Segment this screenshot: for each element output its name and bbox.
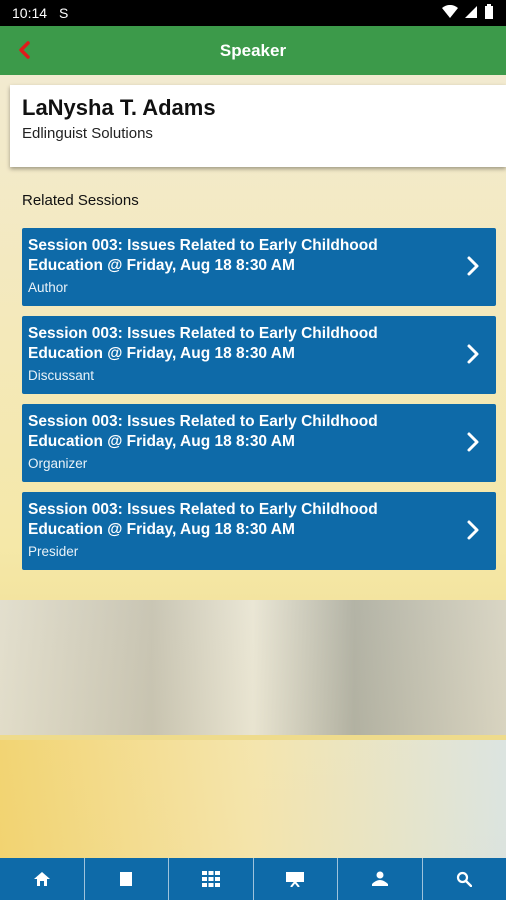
speaker-card: LaNysha T. Adams Edlinguist Solutions: [10, 85, 506, 167]
sim-icon: S: [59, 5, 69, 21]
sessions-list: Session 003: Issues Related to Early Chi…: [22, 228, 496, 580]
nav-grid[interactable]: [169, 858, 254, 900]
session-role: Author: [28, 280, 68, 295]
signal-icon: [464, 5, 478, 22]
chevron-right-icon: [467, 520, 479, 540]
people-icon: [371, 871, 388, 886]
status-time: 10:14: [12, 5, 48, 21]
nav-book[interactable]: [85, 858, 169, 900]
session-role: Presider: [28, 544, 79, 559]
nav-people[interactable]: [338, 858, 423, 900]
session-item[interactable]: Session 003: Issues Related to Early Chi…: [22, 228, 496, 306]
nav-search[interactable]: [423, 858, 506, 900]
bottom-nav: [0, 858, 506, 900]
speaker-name: LaNysha T. Adams: [22, 95, 216, 120]
search-icon: [457, 871, 473, 887]
battery-icon: [484, 3, 494, 23]
chevron-right-icon: [467, 432, 479, 452]
session-role: Discussant: [28, 368, 95, 383]
presentation-icon: [286, 872, 305, 887]
chevron-left-icon: [19, 41, 30, 59]
protest-poster-image: [0, 600, 506, 735]
chevron-right-icon: [467, 344, 479, 364]
nav-home[interactable]: [0, 858, 85, 900]
session-title: Session 003: Issues Related to Early Chi…: [28, 237, 378, 274]
back-button[interactable]: [10, 36, 38, 64]
page-title: Speaker: [219, 40, 287, 60]
wifi-icon: [442, 4, 458, 22]
app-header: Speaker: [0, 26, 506, 75]
session-item[interactable]: Session 003: Issues Related to Early Chi…: [22, 492, 496, 570]
grid-icon: [201, 871, 220, 887]
related-sessions-label: Related Sessions: [22, 192, 139, 209]
session-item[interactable]: Session 003: Issues Related to Early Chi…: [22, 316, 496, 394]
speaker-organization: Edlinguist Solutions: [22, 125, 153, 142]
chevron-right-icon: [467, 256, 479, 276]
session-role: Organizer: [28, 456, 88, 471]
session-title: Session 003: Issues Related to Early Chi…: [28, 325, 378, 362]
session-title: Session 003: Issues Related to Early Chi…: [28, 413, 378, 450]
home-icon: [33, 872, 50, 886]
status-bar: 10:14 S: [0, 0, 506, 26]
nav-presentation[interactable]: [254, 858, 338, 900]
rights-poster-image: [0, 740, 506, 858]
session-item[interactable]: Session 003: Issues Related to Early Chi…: [22, 404, 496, 482]
session-title: Session 003: Issues Related to Early Chi…: [28, 501, 378, 538]
book-icon: [120, 872, 133, 886]
